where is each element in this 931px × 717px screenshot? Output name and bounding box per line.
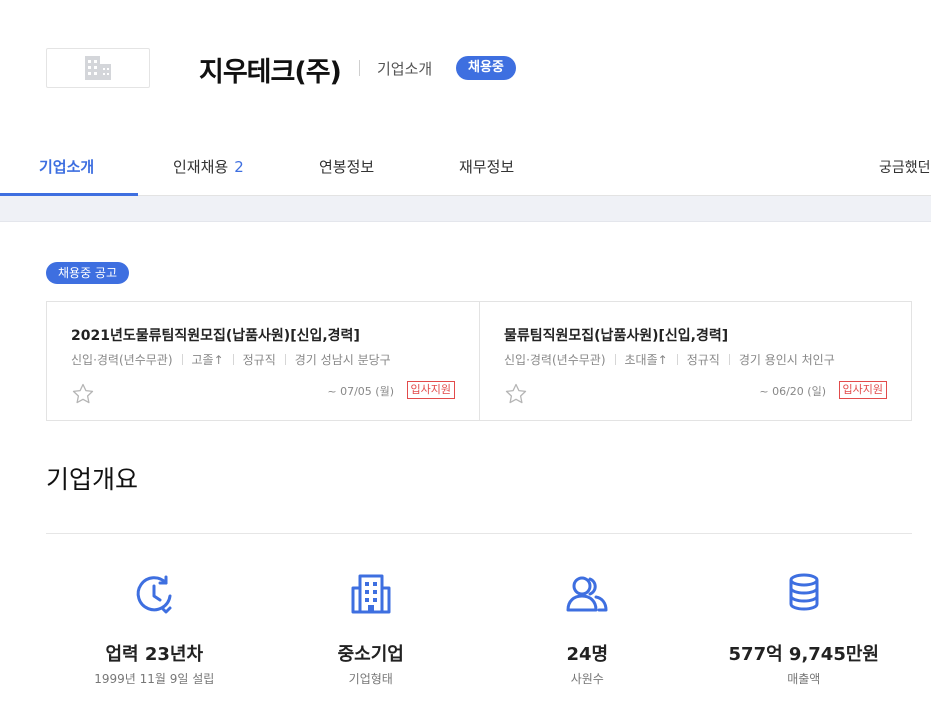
tab-count: 2 — [234, 158, 244, 176]
job-employment-type: 정규직 — [242, 353, 276, 367]
stat-label: 1999년 11월 9일 설립 — [94, 672, 215, 686]
job-deadline: ~ 07/05 (월) — [327, 385, 394, 398]
stat-label: 사원수 — [570, 672, 604, 686]
clock-history-icon — [136, 575, 172, 614]
company-logo — [46, 48, 150, 88]
stat-value: 577억 9,745만원 — [728, 644, 879, 665]
stat-employees: 24명 사원수 — [479, 570, 696, 700]
tab-finance[interactable]: 재무정보 — [459, 156, 514, 177]
job-card[interactable]: 물류팀직원모집(납품사원)[신입,경력] 신입·경력(년수무관) 초대졸↑ 정규… — [479, 302, 911, 420]
stat-label: 매출액 — [787, 672, 821, 686]
job-list: 2021년도물류팀직원모집(납품사원)[신입,경력] 신입·경력(년수무관) 고… — [46, 301, 912, 421]
stat-label: 기업형태 — [348, 672, 393, 686]
tab-questions[interactable]: 궁금했던 — [879, 157, 931, 177]
job-title[interactable]: 물류팀직원모집(납품사원)[신입,경력] — [504, 325, 728, 345]
stat-revenue: 577억 9,745만원 매출액 — [696, 570, 913, 700]
tab-recruitment[interactable]: 인재채용 2 — [173, 156, 244, 177]
job-location: 경기 용인시 처인구 — [738, 353, 835, 367]
apply-button[interactable]: 입사지원 — [838, 381, 887, 399]
job-education: 고졸↑ — [191, 353, 224, 367]
tab-label: 기업소개 — [39, 158, 95, 176]
title-divider — [359, 60, 360, 76]
coins-icon — [789, 573, 819, 611]
tab-salary[interactable]: 연봉정보 — [319, 156, 374, 177]
tab-company-intro[interactable]: 기업소개 — [39, 156, 94, 177]
job-education: 초대졸↑ — [624, 353, 668, 367]
job-career: 신입·경력(년수무관) — [504, 353, 606, 367]
tab-bar: 기업소개 인재채용 2 연봉정보 재무정보 궁금했던 — [0, 140, 931, 196]
tab-label: 궁금했던 — [879, 160, 931, 176]
overview-heading: 기업개요 — [46, 465, 139, 494]
page-subtitle: 기업소개 — [377, 60, 433, 78]
section-divider-band — [0, 196, 931, 222]
stat-value: 24명 — [566, 644, 609, 665]
job-meta: 신입·경력(년수무관) 고졸↑ 정규직 경기 성남시 분당구 — [71, 351, 391, 368]
job-deadline: ~ 06/20 (일) — [759, 385, 826, 398]
company-name: 지우테크(주) — [199, 57, 342, 88]
apply-button[interactable]: 입사지원 — [406, 381, 455, 399]
building-icon — [85, 56, 111, 80]
users-icon — [566, 576, 608, 612]
tab-label: 인재채용 — [173, 158, 229, 176]
star-icon[interactable] — [504, 382, 528, 406]
tab-label: 재무정보 — [459, 158, 515, 176]
stat-company-type: 중소기업 기업형태 — [263, 570, 480, 700]
job-employment-type: 정규직 — [686, 353, 720, 367]
job-title[interactable]: 2021년도물류팀직원모집(납품사원)[신입,경력] — [71, 325, 360, 345]
job-location: 경기 성남시 분당구 — [294, 353, 391, 367]
stat-value: 중소기업 — [337, 644, 404, 665]
company-stats: 업력 23년차 1999년 11월 9일 설립 중소기업 기업형태 24명 사원… — [46, 570, 912, 700]
stat-history: 업력 23년차 1999년 11월 9일 설립 — [46, 570, 263, 700]
stat-value: 업력 23년차 — [105, 644, 204, 665]
overview-divider — [46, 533, 912, 534]
job-meta: 신입·경력(년수무관) 초대졸↑ 정규직 경기 용인시 처인구 — [504, 351, 835, 368]
star-icon[interactable] — [71, 382, 95, 406]
open-jobs-badge: 채용중 공고 — [46, 262, 130, 284]
building-icon — [351, 574, 391, 614]
job-career: 신입·경력(년수무관) — [71, 353, 173, 367]
hiring-status-badge: 채용중 — [456, 56, 516, 80]
job-card[interactable]: 2021년도물류팀직원모집(납품사원)[신입,경력] 신입·경력(년수무관) 고… — [47, 302, 479, 420]
tab-label: 연봉정보 — [319, 158, 375, 176]
